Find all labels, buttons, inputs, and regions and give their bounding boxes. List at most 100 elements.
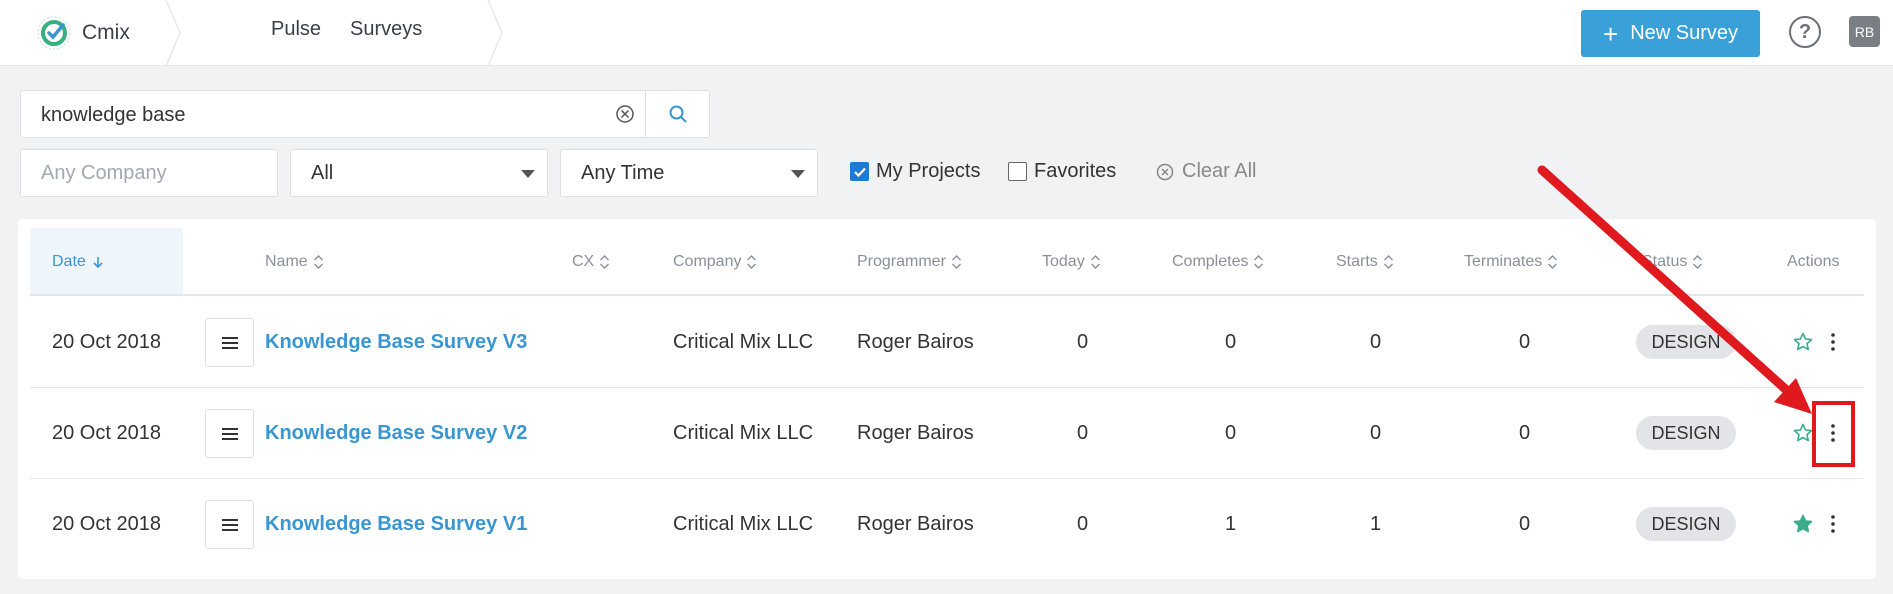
survey-name-link[interactable]: Knowledge Base Survey V3: [265, 331, 527, 354]
kebab-menu-icon[interactable]: [1828, 514, 1838, 534]
search-input[interactable]: [41, 103, 601, 127]
row-starts: 0: [1370, 331, 1382, 353]
star-outline-icon[interactable]: [1793, 423, 1813, 443]
row-programmer: Roger Bairos: [857, 331, 974, 353]
column-header-terminates[interactable]: Terminates: [1464, 253, 1558, 271]
new-survey-button[interactable]: + New Survey: [1581, 10, 1760, 57]
brand[interactable]: Cmix: [36, 14, 130, 52]
star-filled-icon[interactable]: [1793, 514, 1813, 534]
column-header-completes[interactable]: Completes: [1172, 253, 1264, 271]
row-completes: 1: [1225, 513, 1237, 535]
row-date: 20 Oct 2018: [52, 422, 161, 444]
search-icon: [669, 105, 687, 123]
row-today: 0: [1077, 513, 1089, 535]
plus-icon: +: [1603, 18, 1619, 49]
sort-icon: [1090, 255, 1100, 269]
row-terminates: 0: [1519, 513, 1531, 535]
checkbox-checked-icon: [850, 162, 869, 181]
clear-search-icon[interactable]: [615, 104, 635, 124]
row-completes: 0: [1225, 422, 1237, 444]
header-divider: [30, 294, 1864, 296]
type-select[interactable]: All: [290, 149, 548, 197]
sort-icon: [951, 255, 961, 269]
clear-all-button[interactable]: Clear All: [1156, 160, 1256, 183]
sort-icon: [1383, 255, 1393, 269]
favorites-checkbox[interactable]: Favorites: [1008, 160, 1116, 183]
column-header-cx[interactable]: CX: [572, 253, 610, 271]
row-today: 0: [1077, 422, 1089, 444]
row-terminates: 0: [1519, 331, 1531, 353]
sort-desc-icon: [93, 257, 103, 269]
cmix-logo-icon: [37, 16, 71, 50]
avatar[interactable]: RB: [1849, 16, 1880, 47]
column-label: Company: [673, 253, 742, 270]
row-menu-button[interactable]: [205, 500, 254, 549]
column-label: Today: [1042, 253, 1085, 270]
sort-icon: [1254, 255, 1264, 269]
row-programmer: Roger Bairos: [857, 513, 974, 535]
breadcrumb-divider-icon: [165, 0, 181, 66]
nav-pulse[interactable]: Pulse: [271, 18, 321, 41]
column-label: Terminates: [1464, 253, 1543, 270]
row-menu-button[interactable]: [205, 409, 254, 458]
time-select[interactable]: Any Time: [560, 149, 818, 197]
row-menu-button[interactable]: [205, 318, 254, 367]
my-projects-checkbox[interactable]: My Projects: [850, 160, 980, 183]
clear-all-label: Clear All: [1182, 160, 1257, 182]
company-placeholder: Any Company: [41, 161, 167, 184]
chevron-down-icon: [521, 170, 535, 178]
hamburger-icon: [221, 518, 238, 531]
row-company: Critical Mix LLC: [673, 331, 814, 353]
kebab-menu-icon[interactable]: [1828, 332, 1838, 352]
row-date: 20 Oct 2018: [52, 513, 161, 535]
row-date: 20 Oct 2018: [52, 331, 161, 353]
column-header-actions: Actions: [1787, 253, 1839, 271]
column-header-name[interactable]: Name: [265, 253, 324, 271]
row-divider: [30, 478, 1864, 479]
column-header-programmer[interactable]: Programmer: [857, 253, 962, 271]
checkbox-unchecked-icon: [1008, 162, 1027, 181]
sort-icon: [313, 255, 323, 269]
row-starts: 0: [1370, 422, 1382, 444]
column-label: Programmer: [857, 253, 946, 270]
row-company: Critical Mix LLC: [673, 513, 814, 535]
row-completes: 0: [1225, 331, 1237, 353]
column-label: Actions: [1787, 253, 1840, 270]
hamburger-icon: [221, 427, 238, 440]
column-header-today[interactable]: Today: [1042, 253, 1101, 271]
column-label: Completes: [1172, 253, 1249, 270]
column-header-status[interactable]: Status: [1642, 253, 1703, 271]
column-header-starts[interactable]: Starts: [1336, 253, 1394, 271]
type-select-value: All: [311, 161, 334, 184]
sort-icon: [1548, 255, 1558, 269]
breadcrumb-divider-icon: [487, 0, 503, 66]
column-label: Date: [52, 253, 86, 270]
column-label: Status: [1642, 253, 1688, 270]
row-company: Critical Mix LLC: [673, 422, 814, 444]
column-header-date[interactable]: Date: [52, 253, 105, 271]
survey-name-link[interactable]: Knowledge Base Survey V1: [265, 513, 527, 536]
nav-surveys[interactable]: Surveys: [350, 18, 422, 41]
row-starts: 1: [1370, 513, 1382, 535]
sort-icon: [747, 255, 757, 269]
row-today: 0: [1077, 331, 1089, 353]
status-badge: DESIGN: [1636, 416, 1736, 450]
star-outline-icon[interactable]: [1793, 332, 1813, 352]
survey-name-link[interactable]: Knowledge Base Survey V2: [265, 422, 527, 445]
sort-icon: [600, 255, 610, 269]
clear-all-icon: [1156, 163, 1174, 180]
row-programmer: Roger Bairos: [857, 422, 974, 444]
search-button[interactable]: [645, 90, 710, 138]
column-label: Starts: [1336, 253, 1378, 270]
status-badge: DESIGN: [1636, 507, 1736, 541]
column-label: CX: [572, 253, 595, 270]
kebab-menu-icon[interactable]: [1828, 423, 1838, 443]
help-icon[interactable]: ?: [1789, 16, 1821, 48]
status-badge: DESIGN: [1636, 325, 1736, 359]
new-survey-label: New Survey: [1630, 22, 1738, 44]
company-filter[interactable]: Any Company: [20, 149, 278, 197]
column-header-company[interactable]: Company: [673, 253, 757, 271]
time-select-value: Any Time: [581, 161, 665, 184]
search-field: [20, 90, 646, 138]
row-terminates: 0: [1519, 422, 1531, 444]
